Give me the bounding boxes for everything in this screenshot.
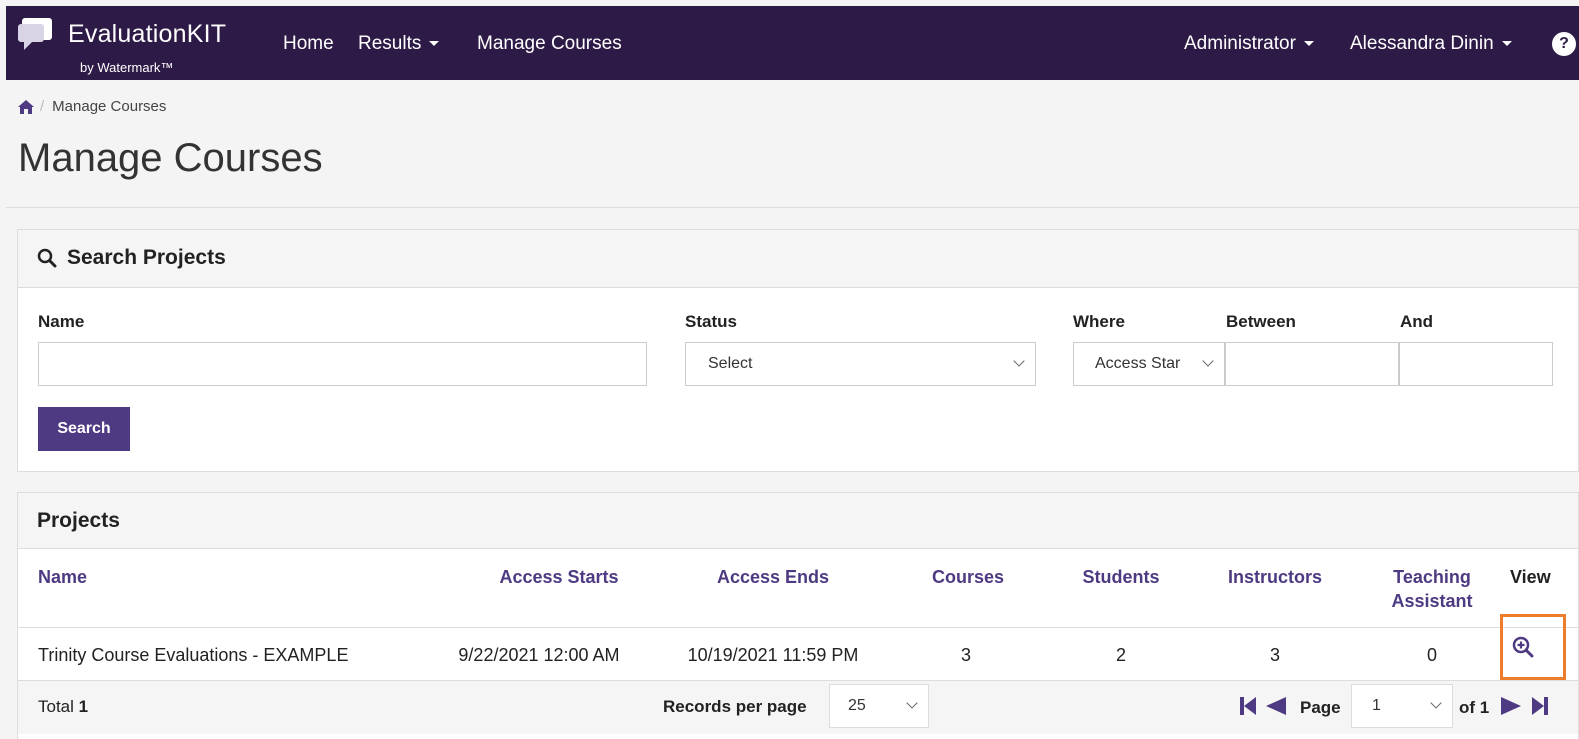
- brand-name: EvaluationKIT: [68, 20, 227, 48]
- search-panel-title-text: Search Projects: [67, 246, 226, 269]
- instructors-cell: 3: [1269, 645, 1280, 665]
- projects-panel: Projects Name Access Starts Access Ends …: [17, 492, 1579, 739]
- access-ends-cell: 10/19/2021 11:59 PM: [687, 645, 859, 665]
- brand-logo[interactable]: EvaluationKIT by Watermark™: [18, 12, 248, 76]
- access-starts-cell: 9/22/2021 12:00 AM: [458, 645, 620, 665]
- column-header-teaching-line1: Teaching: [1393, 567, 1471, 587]
- status-select[interactable]: Select: [685, 342, 1036, 386]
- column-header-students[interactable]: Students: [1061, 565, 1181, 589]
- zoom-in-icon[interactable]: [1512, 636, 1534, 658]
- nav-results[interactable]: Results: [358, 33, 440, 55]
- breadcrumb: / Manage Courses: [18, 98, 166, 115]
- column-header-access-starts[interactable]: Access Starts: [459, 565, 659, 589]
- nav-results-label: Results: [358, 33, 422, 54]
- last-page-icon[interactable]: [1532, 697, 1548, 715]
- column-header-name[interactable]: Name: [38, 565, 87, 589]
- nav-user-menu[interactable]: Alessandra Dinin: [1350, 33, 1512, 55]
- search-panel-title: Search Projects: [37, 246, 226, 270]
- name-input[interactable]: [38, 342, 647, 386]
- home-icon[interactable]: [18, 99, 34, 114]
- breadcrumb-current: Manage Courses: [52, 98, 167, 115]
- breadcrumb-separator: /: [40, 98, 45, 115]
- records-per-page-select[interactable]: 25: [829, 684, 929, 728]
- total-count: Total 1: [38, 697, 88, 717]
- students-cell: 2: [1115, 645, 1126, 665]
- courses-cell: 3: [960, 645, 971, 665]
- where-select[interactable]: Access Star: [1073, 342, 1225, 386]
- page-select[interactable]: 1: [1351, 684, 1453, 728]
- projects-panel-header: Projects: [18, 493, 1578, 549]
- nav-administrator-label: Administrator: [1184, 33, 1296, 54]
- page-label: Page: [1300, 698, 1341, 717]
- between-label: Between: [1226, 312, 1296, 331]
- chevron-down-icon: [1430, 697, 1442, 709]
- column-header-teaching-assistant[interactable]: Teaching Assistant: [1372, 565, 1492, 613]
- total-label: Total: [38, 697, 74, 716]
- chevron-down-icon: [429, 41, 440, 47]
- help-icon[interactable]: ?: [1552, 32, 1576, 56]
- divider: [6, 207, 1579, 208]
- top-navbar: EvaluationKIT by Watermark™ Home Results…: [6, 6, 1579, 80]
- column-header-instructors[interactable]: Instructors: [1215, 565, 1335, 589]
- between-input[interactable]: [1225, 342, 1399, 386]
- chevron-down-icon: [1303, 41, 1314, 47]
- nav-administrator[interactable]: Administrator: [1184, 33, 1314, 55]
- first-page-icon[interactable]: [1240, 697, 1256, 715]
- status-label: Status: [685, 312, 737, 331]
- nav-manage-courses[interactable]: Manage Courses: [477, 33, 622, 55]
- chevron-down-icon: [1202, 355, 1214, 367]
- page-title: Manage Courses: [18, 136, 323, 180]
- page-select-value: 1: [1372, 697, 1381, 714]
- nav-home[interactable]: Home: [283, 33, 334, 55]
- previous-page-icon[interactable]: [1266, 697, 1286, 715]
- projects-panel-title: Projects: [37, 509, 120, 532]
- pagination-bar: Total 1 Records per page 25 Page 1 of 1: [18, 680, 1578, 734]
- search-icon: [37, 248, 57, 268]
- project-name-cell: Trinity Course Evaluations - EXAMPLE: [38, 645, 349, 665]
- column-header-teaching-line2: Assistant: [1391, 591, 1473, 611]
- page-total-label: of 1: [1459, 698, 1490, 717]
- chat-bubbles-icon: [18, 18, 52, 50]
- nav-user-label: Alessandra Dinin: [1350, 33, 1494, 54]
- where-select-value: Access Star: [1095, 355, 1181, 372]
- brand-subtitle: by Watermark™: [80, 60, 174, 75]
- divider: [18, 627, 1578, 628]
- total-value: 1: [78, 697, 89, 716]
- records-per-page-value: 25: [848, 697, 866, 714]
- records-per-page-label: Records per page: [663, 697, 807, 716]
- chevron-down-icon: [906, 697, 918, 709]
- search-button[interactable]: Search: [38, 407, 130, 451]
- name-label: Name: [38, 312, 85, 331]
- column-header-view: View: [1510, 567, 1551, 587]
- teaching-assistant-cell: 0: [1426, 645, 1437, 665]
- chevron-down-icon: [1013, 355, 1025, 367]
- and-input[interactable]: [1399, 342, 1553, 386]
- column-header-access-ends[interactable]: Access Ends: [673, 565, 873, 589]
- column-header-courses[interactable]: Courses: [908, 565, 1028, 589]
- search-panel: Search Projects Name Status Where Betwee…: [17, 229, 1579, 472]
- search-panel-header: Search Projects: [18, 230, 1578, 288]
- and-label: And: [1400, 312, 1434, 331]
- next-page-icon[interactable]: [1501, 697, 1521, 715]
- chevron-down-icon: [1501, 41, 1512, 47]
- status-select-value: Select: [708, 355, 753, 372]
- where-label: Where: [1073, 312, 1125, 331]
